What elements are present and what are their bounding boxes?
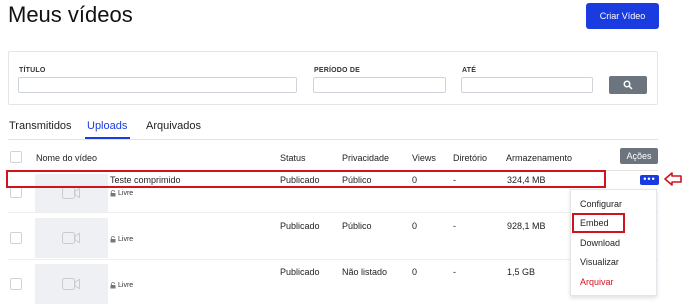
menu-item-configurar[interactable]: Configurar [580,199,622,209]
select-all-checkbox[interactable] [10,151,22,163]
row-2-privacy: Público [342,221,372,231]
row-3-privacy: Não listado [342,267,388,277]
menu-item-download[interactable]: Download [580,238,620,248]
row-3-storage: 1,5 GB [507,267,536,277]
row-3-visibility: Livre [110,282,133,289]
title-filter-label: TÍTULO [19,67,46,74]
search-button[interactable] [609,76,647,94]
video-camera-icon [62,232,80,244]
row-divider [8,259,658,260]
row-2-checkbox[interactable] [10,232,22,244]
row-1-visibility: Livre [110,190,133,197]
row-2-directory: - [453,221,456,231]
period-from-input[interactable] [313,77,446,93]
period-to-label: ATÉ [462,67,477,74]
title-filter-input[interactable] [18,77,297,93]
annotation-arrow-icon [664,172,682,186]
tabs-divider [8,139,658,140]
video-thumbnail[interactable] [35,264,108,304]
col-header-name: Nome do vídeo [36,153,98,163]
visibility-label: Livre [118,236,134,243]
col-header-directory: Diretório [453,153,488,163]
menu-item-visualizar[interactable]: Visualizar [580,257,619,267]
visibility-label: Livre [118,190,134,197]
col-header-privacy: Privacidade [342,153,390,163]
col-header-status: Status [280,153,306,163]
visibility-label: Livre [118,282,134,289]
annotation-highlight-row [6,170,606,188]
period-to-input[interactable] [461,77,593,93]
col-header-storage: Armazenamento [506,153,573,163]
tab-transmitidos[interactable]: Transmitidos [9,120,72,132]
active-tab-indicator [85,137,130,139]
actions-button[interactable]: Ações [620,148,658,164]
video-thumbnail[interactable] [35,218,108,258]
create-video-button[interactable]: Criar Vídeo [586,3,659,29]
unlock-icon [110,282,116,289]
unlock-icon [110,190,116,197]
period-from-label: PERÍODO DE [314,67,360,74]
row-2-status: Publicado [280,221,320,231]
page-title: Meus vídeos [8,2,133,27]
row-2-visibility: Livre [110,236,133,243]
annotation-highlight-embed [572,213,625,233]
row-divider [8,212,658,213]
tab-uploads[interactable]: Uploads [87,120,127,132]
row-3-views: 0 [412,267,418,277]
row-2-views: 0 [412,221,418,231]
video-camera-icon [62,187,80,199]
tab-arquivados[interactable]: Arquivados [146,120,201,132]
row-1-more-button[interactable]: ••• [640,175,659,185]
menu-item-arquivar[interactable]: Arquivar [580,277,614,287]
row-3-checkbox[interactable] [10,278,22,290]
search-icon [623,80,633,90]
row-3-directory: - [453,267,456,277]
row-3-status: Publicado [280,267,320,277]
col-header-views: Views [412,153,436,163]
video-camera-icon [62,278,80,290]
row-2-storage: 928,1 MB [507,221,546,231]
unlock-icon [110,236,116,243]
